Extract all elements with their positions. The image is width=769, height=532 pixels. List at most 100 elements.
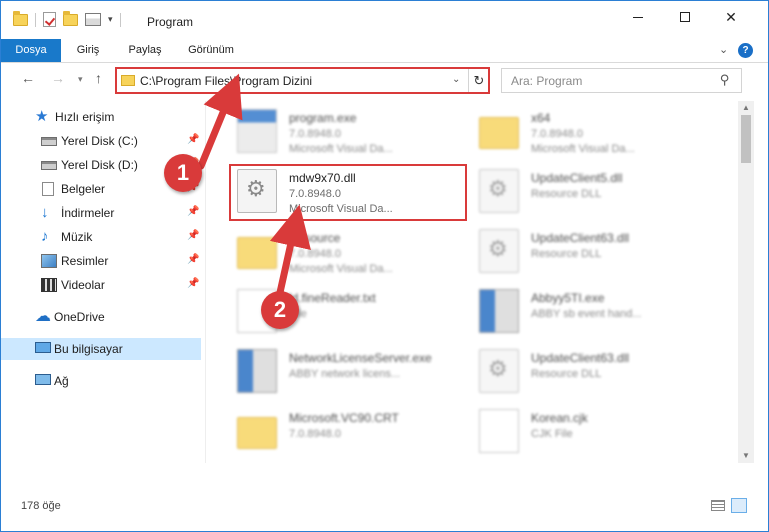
file-tile[interactable]: UpdateClient5.dll Resource DLL bbox=[457, 165, 697, 217]
quick-access-toolbar: ▾ bbox=[13, 10, 121, 27]
gear-file-icon bbox=[237, 169, 277, 213]
close-icon: ✕ bbox=[725, 8, 737, 25]
sidebar-item-videos[interactable]: Videolar 📌 bbox=[1, 274, 201, 296]
sidebar-item-label: Videolar bbox=[61, 278, 105, 292]
sidebar-item-label: Müzik bbox=[61, 230, 93, 244]
back-arrow-icon[interactable]: ← bbox=[21, 70, 35, 86]
folder-icon bbox=[237, 417, 277, 449]
file-description: Resource DLL bbox=[531, 248, 602, 260]
expand-ribbon-chevron-icon[interactable]: ⌄ bbox=[719, 43, 728, 56]
tiles-view-icon[interactable] bbox=[731, 498, 747, 513]
tab-file[interactable]: Dosya bbox=[1, 39, 61, 62]
tab-home[interactable]: Giriş bbox=[69, 39, 107, 62]
toolbar-divider bbox=[35, 12, 36, 27]
minimize-button[interactable] bbox=[615, 1, 661, 33]
scroll-down-icon[interactable]: ▼ bbox=[742, 451, 750, 460]
file-description: Microsoft Visual Da... bbox=[289, 143, 393, 155]
maximize-button[interactable] bbox=[662, 1, 708, 33]
window-title: Program bbox=[147, 15, 194, 29]
status-bar: 178 öğe bbox=[1, 495, 768, 517]
file-tile[interactable]: Resource 7.0.8948.0 Microsoft Visual Da.… bbox=[215, 225, 455, 277]
video-icon bbox=[41, 278, 57, 292]
sidebar-item-onedrive[interactable]: ☁ OneDrive bbox=[1, 306, 201, 328]
address-bar[interactable]: C:\Program Files\Program Dizini ⌄ ↻ bbox=[115, 68, 489, 93]
file-tile[interactable]: program.exe 7.0.8948.0 Microsoft Visual … bbox=[215, 105, 455, 157]
sidebar-item-pictures[interactable]: Resimler 📌 bbox=[1, 250, 201, 272]
address-folder-icon bbox=[121, 75, 135, 86]
details-view-icon[interactable] bbox=[711, 500, 725, 511]
sidebar-item-local-disk-c[interactable]: Yerel Disk (C:) 📌 bbox=[1, 130, 201, 152]
file-tile[interactable]: Abbyy5TI.exe ABBY sb event hand... bbox=[457, 285, 697, 337]
close-button[interactable]: ✕ bbox=[708, 1, 754, 33]
sidebar-item-downloads[interactable]: ↓ İndirmeler 📌 bbox=[1, 202, 201, 224]
refresh-icon[interactable]: ↻ bbox=[468, 69, 489, 92]
pin-icon[interactable]: 📌 bbox=[187, 254, 199, 265]
pin-icon[interactable]: 📌 bbox=[187, 278, 199, 289]
recent-locations-chevron-icon[interactable]: ▾ bbox=[78, 74, 83, 85]
maximize-icon bbox=[680, 12, 690, 22]
file-tile[interactable]: Korean.cjk CJK File bbox=[457, 405, 697, 457]
sidebar-item-network[interactable]: Ağ bbox=[1, 370, 201, 392]
toolbar-divider bbox=[119, 12, 121, 27]
search-input[interactable]: Ara: Program ⚲ bbox=[501, 68, 742, 93]
up-arrow-icon[interactable]: ↑ bbox=[95, 70, 102, 86]
tab-share[interactable]: Paylaş bbox=[123, 39, 167, 62]
file-tile[interactable]: UpdateClient63.dll Resource DLL bbox=[457, 225, 697, 277]
file-name: Abbyy5TI.exe bbox=[531, 291, 605, 305]
address-history-chevron-icon[interactable]: ⌄ bbox=[452, 74, 460, 85]
properties-check-icon[interactable] bbox=[43, 12, 56, 27]
sidebar-item-label: Belgeler bbox=[61, 182, 106, 196]
tab-view[interactable]: Görünüm bbox=[181, 39, 241, 62]
file-description: ABBY network licens... bbox=[289, 368, 401, 380]
download-icon: ↓ bbox=[41, 204, 49, 221]
forward-arrow-icon[interactable]: → bbox=[51, 70, 65, 86]
file-version: 7.0.8948.0 bbox=[289, 128, 341, 140]
exe-icon bbox=[237, 349, 277, 393]
pin-icon[interactable]: 📌 bbox=[187, 206, 199, 217]
file-description: Microsoft Visual Da... bbox=[289, 203, 393, 215]
search-icon[interactable]: ⚲ bbox=[720, 72, 730, 88]
file-tile[interactable]: Microsoft.VC90.CRT 7.0.8948.0 bbox=[215, 405, 455, 457]
sidebar-item-label: Hızlı erişim bbox=[55, 110, 115, 124]
sidebar-item-label: Yerel Disk (C:) bbox=[61, 134, 138, 148]
address-path[interactable]: C:\Program Files\Program Dizini bbox=[140, 74, 312, 88]
file-tile[interactable]: NetworkLicenseServer.exe ABBY network li… bbox=[215, 345, 455, 397]
sidebar-item-quick-access[interactable]: ★ Hızlı erişim bbox=[1, 106, 201, 128]
file-tile[interactable]: x64 7.0.8948.0 Microsoft Visual Da... bbox=[457, 105, 697, 157]
file-name: UpdateClient63.dll bbox=[531, 231, 630, 245]
customize-toolbar-chevron-icon[interactable]: ▾ bbox=[108, 14, 113, 25]
new-folder-icon[interactable] bbox=[63, 10, 78, 26]
file-version: 7.0.8948.0 bbox=[289, 248, 341, 260]
pin-icon[interactable]: 📌 bbox=[187, 230, 199, 241]
file-name: UpdateClient63.dll bbox=[531, 351, 630, 365]
file-name: Microsoft.VC90.CRT bbox=[289, 411, 399, 425]
title-bar: ▾ Program ✕ bbox=[1, 1, 768, 39]
navigation-bar: ← → ▾ ↑ C:\Program Files\Program Dizini … bbox=[1, 64, 768, 98]
pin-icon[interactable]: 📌 bbox=[187, 134, 199, 145]
file-tile[interactable]: UpdateClient63.dll Resource DLL bbox=[457, 345, 697, 397]
scroll-thumb[interactable] bbox=[741, 115, 751, 163]
folder-icon bbox=[479, 117, 519, 149]
properties-icon[interactable] bbox=[85, 13, 101, 26]
file-tile[interactable]: ld.fineReader.txt File bbox=[215, 285, 455, 337]
vertical-scrollbar[interactable]: ▲ ▼ bbox=[738, 101, 754, 463]
file-version: 7.0.8948.0 bbox=[289, 428, 341, 440]
callout-badge-2: 2 bbox=[261, 291, 299, 329]
sidebar-item-label: Resimler bbox=[61, 254, 109, 268]
folder-icon bbox=[237, 237, 277, 269]
scroll-up-icon[interactable]: ▲ bbox=[742, 103, 750, 112]
sidebar-item-music[interactable]: ♪ Müzik 📌 bbox=[1, 226, 201, 248]
sidebar-item-this-pc[interactable]: Bu bilgisayar bbox=[1, 338, 201, 360]
network-icon bbox=[35, 374, 51, 385]
file-tile-mdw9x70[interactable]: mdw9x70.dll 7.0.8948.0 Microsoft Visual … bbox=[215, 165, 455, 217]
file-name: mdw9x70.dll bbox=[289, 171, 356, 185]
file-name: Korean.cjk bbox=[531, 411, 588, 425]
gear-file-icon bbox=[479, 229, 519, 273]
file-name: Resource bbox=[289, 231, 341, 245]
text-file-icon bbox=[479, 409, 519, 453]
pictures-icon bbox=[41, 254, 57, 268]
exe-icon bbox=[237, 109, 277, 153]
file-name: ld.fineReader.txt bbox=[289, 291, 376, 305]
file-description: Resource DLL bbox=[531, 368, 602, 380]
help-icon[interactable]: ? bbox=[738, 43, 753, 58]
